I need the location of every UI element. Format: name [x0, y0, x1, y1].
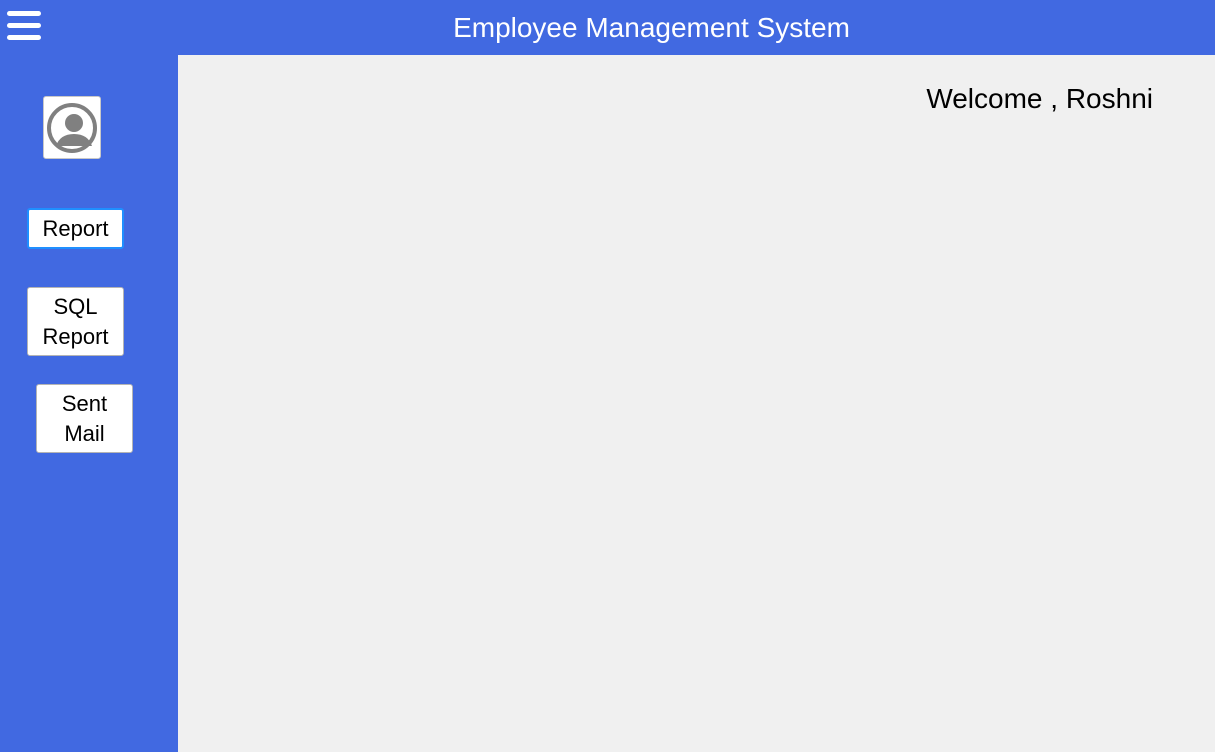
sent-mail-button-label: Sent Mail: [61, 390, 108, 446]
sql-report-button[interactable]: SQL Report: [27, 287, 124, 356]
welcome-message: Welcome , Roshni: [926, 83, 1153, 114]
user-silhouette-icon: [47, 102, 97, 153]
report-button-label: Report: [42, 215, 109, 241]
report-button[interactable]: Report: [27, 208, 124, 249]
main-content: Welcome , Roshni: [178, 55, 1215, 752]
app-title: Employee Management System: [453, 12, 850, 43]
app-header: Employee Management System: [0, 0, 1215, 55]
sidebar: Report SQL Report Sent Mail: [0, 55, 178, 752]
sql-report-button-label: SQL Report: [42, 293, 109, 349]
user-profile-icon[interactable]: [43, 96, 101, 159]
sent-mail-button[interactable]: Sent Mail: [36, 384, 133, 453]
